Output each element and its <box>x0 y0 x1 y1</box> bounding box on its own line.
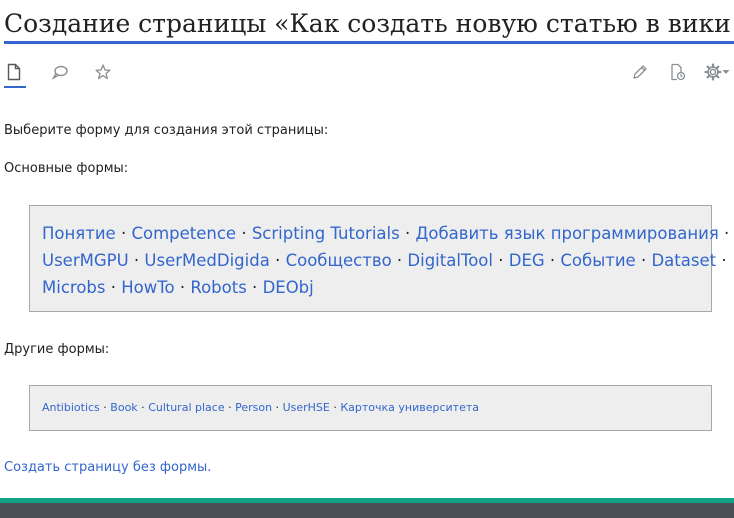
link-separator: · <box>105 278 122 297</box>
title-underline <box>4 41 734 44</box>
form-link[interactable]: DEObj <box>263 278 314 297</box>
form-link[interactable]: Person <box>235 401 272 414</box>
active-tab-indicator <box>4 86 26 88</box>
talk-icon <box>51 64 69 80</box>
form-link[interactable]: Scripting Tutorials <box>252 224 400 243</box>
form-link[interactable]: DigitalTool <box>407 251 493 270</box>
create-without-form-link[interactable]: Создать страницу без формы. <box>4 460 211 476</box>
form-link[interactable]: Dataset <box>651 251 716 270</box>
link-separator: · <box>246 278 263 297</box>
link-separator: · <box>128 251 145 270</box>
link-separator: · <box>391 251 408 270</box>
form-link[interactable]: UserMGPU <box>42 251 129 270</box>
tab-article[interactable] <box>4 62 24 82</box>
gear-icon <box>704 63 722 81</box>
page-toolbar <box>0 58 734 90</box>
history-icon <box>668 63 686 81</box>
form-links-line: UserMGPU · UserMedDigida · Сообщество · … <box>42 247 727 274</box>
link-separator: · <box>272 401 283 414</box>
footer-bar <box>0 498 734 518</box>
tab-talk[interactable] <box>50 62 70 82</box>
form-link[interactable]: Понятие <box>42 224 116 243</box>
link-separator: · <box>492 251 509 270</box>
link-separator: · <box>718 224 730 243</box>
link-separator: · <box>716 251 727 270</box>
history-button[interactable] <box>667 62 687 82</box>
form-link[interactable]: Карточка университета <box>340 401 479 414</box>
link-separator: · <box>137 401 149 414</box>
page-title: Создание страницы «Как создать новую ста… <box>4 9 730 38</box>
link-separator: · <box>174 278 191 297</box>
page-icon <box>6 63 22 81</box>
link-separator: · <box>544 251 561 270</box>
other-forms-heading: Другие формы: <box>4 342 110 357</box>
other-forms-box: Antibiotics · Book · Cultural place · Pe… <box>29 385 712 431</box>
form-link[interactable]: Antibiotics <box>42 401 100 414</box>
form-link[interactable]: Competence <box>131 224 236 243</box>
page: Создание страницы «Как создать новую ста… <box>0 0 734 518</box>
form-link[interactable]: Событие <box>560 251 635 270</box>
form-link[interactable]: Robots <box>190 278 246 297</box>
link-separator: · <box>224 401 236 414</box>
more-menu-button[interactable] <box>702 62 732 82</box>
form-link[interactable]: Добавить язык программирования <box>415 224 718 243</box>
form-link[interactable]: HowTo <box>121 278 174 297</box>
form-links-line: Понятие · Competence · Scripting Tutoria… <box>42 220 729 247</box>
link-separator: · <box>635 251 652 270</box>
footer-accent-stripe <box>0 498 734 503</box>
form-link[interactable]: UserMedDigida <box>144 251 269 270</box>
main-forms-box: Понятие · Competence · Scripting Tutoria… <box>29 205 729 312</box>
form-link[interactable]: Сообщество <box>286 251 392 270</box>
chevron-down-icon <box>722 69 730 75</box>
form-link[interactable]: Book <box>110 401 137 414</box>
watch-button[interactable] <box>93 62 113 82</box>
link-separator: · <box>99 401 111 414</box>
form-link[interactable]: DEG <box>509 251 545 270</box>
intro-text: Выберите форму для создания этой страниц… <box>4 123 329 138</box>
form-links-line: Antibiotics · Book · Cultural place · Pe… <box>42 400 699 416</box>
link-separator: · <box>269 251 286 270</box>
link-separator: · <box>399 224 416 243</box>
edit-button[interactable] <box>630 62 650 82</box>
form-links-line: Microbs · HowTo · Robots · DEObj <box>42 274 699 301</box>
form-link[interactable]: Cultural place <box>148 401 224 414</box>
form-link[interactable]: Microbs <box>42 278 105 297</box>
link-separator: · <box>115 224 132 243</box>
main-forms-heading: Основные формы: <box>4 161 129 176</box>
star-icon <box>94 63 112 81</box>
link-separator: · <box>236 224 252 243</box>
form-link[interactable]: UserHSE <box>283 401 330 414</box>
pencil-icon <box>631 63 649 81</box>
link-separator: · <box>329 401 341 414</box>
